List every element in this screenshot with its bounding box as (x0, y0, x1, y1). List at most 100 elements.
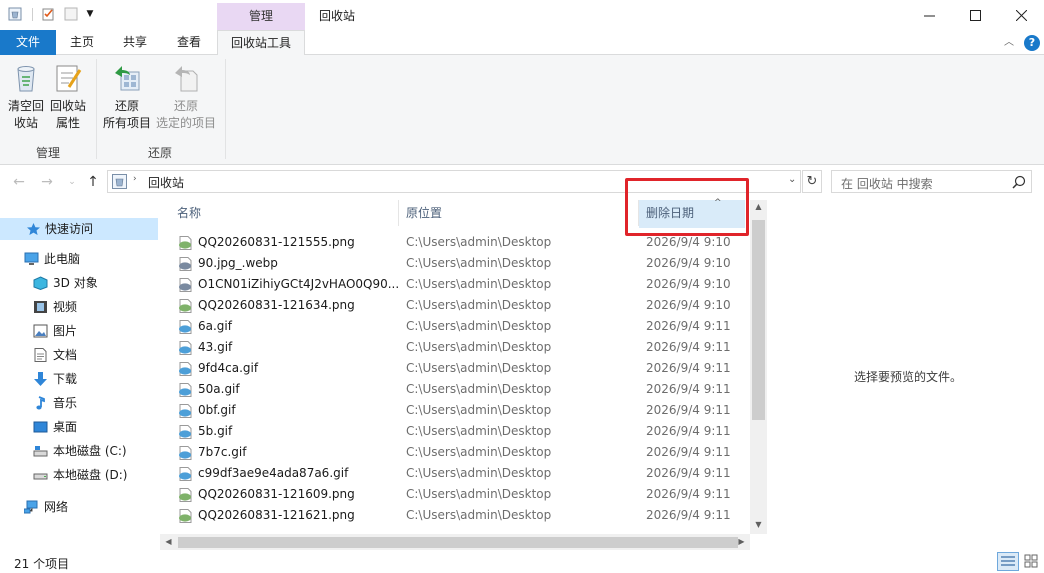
title-bar: ▼ 管理 回收站 (0, 0, 1044, 30)
file-name: 5b.gif (198, 424, 233, 438)
gif-file-icon (179, 341, 192, 355)
file-name: 90.jpg_.webp (198, 256, 278, 270)
refresh-button[interactable]: ↻ (802, 170, 822, 193)
vertical-scrollbar[interactable]: ▲ ▼ (750, 200, 767, 534)
table-row[interactable]: 7b7c.gif C:\Users\admin\Desktop 2026/9/4 9… (160, 442, 750, 463)
tab-share[interactable]: 共享 (108, 30, 162, 55)
file-deleted-date: 2026/9/4 9:11 (646, 319, 731, 333)
file-original-location: C:\Users\admin\Desktop (406, 487, 552, 501)
scroll-down-icon[interactable]: ▼ (750, 520, 767, 529)
restore-all-button[interactable]: 还原 所有项目 (101, 61, 153, 132)
refresh-icon: ↻ (806, 174, 818, 189)
sidebar-item-quick-access[interactable]: 快速访问 (0, 218, 158, 240)
vertical-scroll-thumb[interactable] (752, 220, 765, 420)
restore-selected-label-1: 还原 (173, 99, 198, 113)
column-header-location[interactable]: 原位置 (406, 198, 442, 228)
search-icon[interactable] (1012, 175, 1026, 189)
tab-view[interactable]: 查看 (162, 30, 216, 55)
table-row[interactable]: 0bf.gif C:\Users\admin\Desktop 2026/9/4 9:… (160, 400, 750, 421)
properties-icon[interactable] (41, 7, 55, 21)
file-name: 50a.gif (198, 382, 240, 396)
status-bar: 21 个项目 (0, 550, 1044, 573)
tab-home[interactable]: 主页 (56, 30, 108, 55)
file-deleted-date: 2026/9/4 9:11 (646, 340, 731, 354)
computer-icon (24, 252, 39, 265)
sidebar-item-label: 3D 对象 (53, 276, 98, 290)
file-deleted-date: 2026/9/4 9:10 (646, 298, 731, 312)
recycle-bin-properties-button[interactable]: 回收站 属性 (48, 61, 88, 132)
chevron-up-icon[interactable]: ︿ (1002, 36, 1016, 50)
scroll-up-icon[interactable]: ▲ (750, 202, 767, 211)
item-count: 21 个项目 (14, 557, 70, 571)
file-name: QQ20260831-121634.png (198, 298, 355, 312)
table-row[interactable]: 90.jpg_.webp C:\Users\admin\Desktop 2026/9… (160, 253, 750, 274)
navigation-pane: 快速访问 此电脑 3D 对象 视频 图片 文档 下载 音乐 桌面 本地磁盘 (C… (0, 198, 158, 550)
minimize-button[interactable] (906, 0, 952, 30)
table-row[interactable]: 5b.gif C:\Users\admin\Desktop 2026/9/4 9:1… (160, 421, 750, 442)
preview-empty-text: 选择要预览的文件。 (854, 370, 963, 384)
navigation-bar: ← → ⌄ ↑ › 回收站 ⌄ ↻ 在 回收站 中搜索 (0, 166, 1044, 198)
recent-locations-chevron-icon[interactable]: ⌄ (64, 174, 80, 190)
table-row[interactable]: 43.gif C:\Users\admin\Desktop 2026/9/4 9:1… (160, 337, 750, 358)
file-deleted-date: 2026/9/4 9:11 (646, 382, 731, 396)
table-row[interactable]: QQ20260831-121609.png C:\Users\admin\Desk… (160, 484, 750, 505)
table-row[interactable]: c99df3ae9e4ada87a6.gif C:\Users\admin\Des… (160, 463, 750, 484)
recycle-bin-icon[interactable] (8, 7, 22, 21)
file-name: 9fd4ca.gif (198, 361, 259, 375)
search-input[interactable]: 在 回收站 中搜索 (831, 170, 1032, 193)
table-row[interactable]: 6a.gif C:\Users\admin\Desktop 2026/9/4 9:1… (160, 316, 750, 337)
file-name: 6a.gif (198, 319, 232, 333)
help-icon[interactable]: ? (1024, 35, 1040, 51)
download-arrow-icon (34, 372, 47, 386)
file-deleted-date: 2026/9/4 9:10 (646, 277, 731, 291)
file-name: c99df3ae9e4ada87a6.gif (198, 466, 349, 480)
column-header-name[interactable]: 名称 (177, 198, 201, 228)
table-row[interactable]: 9fd4ca.gif C:\Users\admin\Desktop 2026/9/4… (160, 358, 750, 379)
breadcrumb-chevron-icon[interactable]: › (133, 174, 137, 184)
table-row[interactable]: 50a.gif C:\Users\admin\Desktop 2026/9/4 9:… (160, 379, 750, 400)
picture-icon (33, 324, 48, 338)
scroll-right-icon[interactable]: ▶ (733, 537, 750, 546)
table-row[interactable]: QQ20260831-121621.png C:\Users\admin\Desk… (160, 505, 750, 526)
new-folder-icon[interactable] (64, 7, 78, 21)
back-arrow-icon[interactable]: ← (11, 174, 27, 190)
column-separator[interactable] (398, 200, 399, 226)
table-row[interactable]: O1CN01iZihiyGCt4J2vHAO0Q90... C:\Users\ad… (160, 274, 750, 295)
file-original-location: C:\Users\admin\Desktop (406, 445, 552, 459)
forward-arrow-icon[interactable]: → (39, 174, 55, 190)
ribbon: 清空回 收站 回收站 属性 管理 还原 所有项目 还原 选定的项目 还原 (0, 55, 1044, 165)
file-deleted-date: 2026/9/4 9:11 (646, 403, 731, 417)
quick-access-dropdown-icon[interactable]: ▼ (84, 7, 96, 21)
file-list: 名称 原位置 删除日期 ^ QQ20260831-121555.png C:\Us… (160, 198, 768, 551)
close-button[interactable] (998, 0, 1044, 30)
network-icon (24, 500, 38, 514)
restore-selected-button[interactable]: 还原 选定的项目 (155, 61, 217, 132)
star-icon (27, 223, 40, 235)
close-icon (1015, 9, 1027, 21)
context-tab-header: 管理 (217, 3, 305, 30)
table-row[interactable]: QQ20260831-121634.png C:\Users\admin\Desk… (160, 295, 750, 316)
png-file-icon (179, 236, 192, 250)
tab-file[interactable]: 文件 (0, 30, 56, 55)
tab-recycle-bin-tools[interactable]: 回收站工具 (217, 30, 305, 56)
gif-file-icon (179, 362, 192, 376)
horizontal-scrollbar[interactable]: ◀ ▶ (160, 534, 750, 551)
horizontal-scroll-thumb[interactable] (178, 537, 738, 548)
details-view-icon (1001, 556, 1015, 566)
breadcrumb[interactable]: 回收站 (148, 174, 184, 191)
file-original-location: C:\Users\admin\Desktop (406, 319, 552, 333)
empty-recycle-bin-button[interactable]: 清空回 收站 (6, 61, 46, 132)
webp-file-icon (179, 278, 192, 292)
scroll-left-icon[interactable]: ◀ (160, 537, 177, 546)
address-dropdown-icon[interactable]: ⌄ (788, 174, 796, 185)
highlight-annotation (625, 178, 749, 236)
maximize-button[interactable] (952, 0, 998, 30)
file-original-location: C:\Users\admin\Desktop (406, 256, 552, 270)
large-icons-view-button[interactable] (1021, 552, 1041, 571)
file-name: 7b7c.gif (198, 445, 247, 459)
details-view-button[interactable] (997, 552, 1019, 571)
up-arrow-icon[interactable]: ↑ (85, 174, 101, 190)
gif-file-icon (179, 446, 192, 460)
file-name: QQ20260831-121621.png (198, 508, 355, 522)
sidebar-item-label: 桌面 (53, 420, 78, 434)
